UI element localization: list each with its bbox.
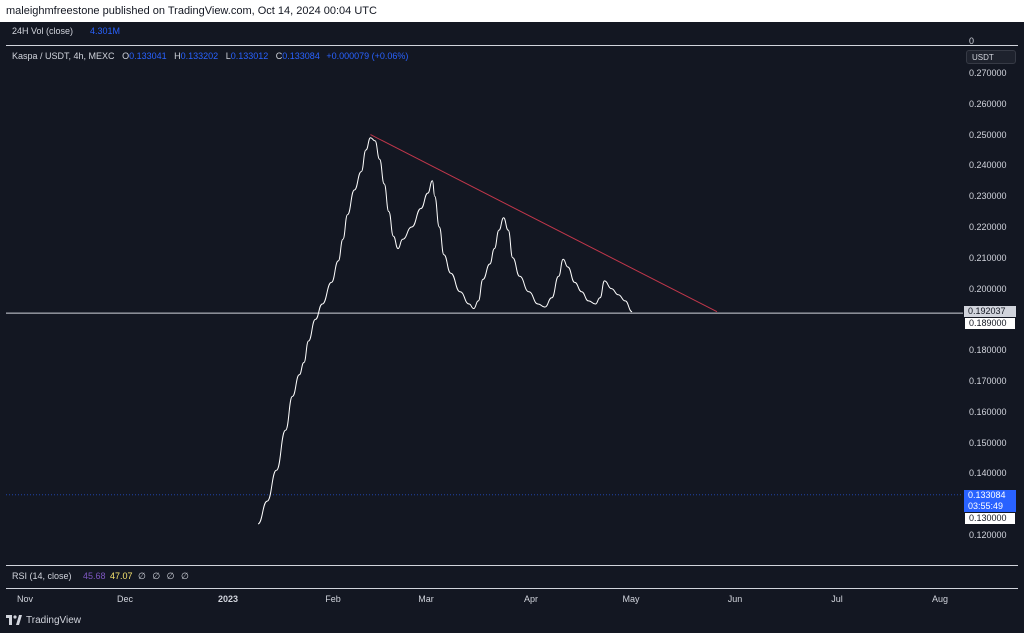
last-price-value: 0.133084 xyxy=(968,490,1006,500)
price-tick-label: 0.200000 xyxy=(969,283,1007,294)
time-tick-label: Jul xyxy=(831,594,843,604)
symbol-name[interactable]: Kaspa / USDT, 4h, MEXC xyxy=(12,51,115,61)
price-tick-label: 0.210000 xyxy=(969,252,1007,263)
rsi-value: 45.68 xyxy=(83,571,106,581)
horizontal-level-price-label: 0.192037 xyxy=(964,306,1016,317)
price-tick-label: 0.180000 xyxy=(969,345,1007,356)
time-tick-label: Nov xyxy=(16,594,34,604)
time-tick-label: May xyxy=(622,594,640,604)
price-tick-label: 0.160000 xyxy=(969,406,1007,417)
price-tick-label: 0.140000 xyxy=(969,468,1007,479)
main-chart-area[interactable] xyxy=(6,46,963,565)
bar-countdown: 03:55:49 xyxy=(968,501,1004,511)
rsi-ma-value: 47.07 xyxy=(110,571,133,581)
volume-pane: 24H Vol (close) 4.301M 0 xyxy=(6,22,1018,46)
last-price-label: 0.133084 03:55:49 xyxy=(964,490,1016,512)
rsi-na-values: ∅ ∅ ∅ ∅ xyxy=(138,571,191,581)
time-tick-label: Apr xyxy=(523,594,539,604)
price-level-label-3: 0.130000 xyxy=(964,512,1016,525)
volume-label: 24H Vol (close) xyxy=(12,26,74,36)
time-tick-label: Jun xyxy=(727,594,743,604)
price-line-series[interactable] xyxy=(257,137,633,525)
time-tick-label: Dec xyxy=(116,594,134,604)
time-axis[interactable]: Nov Dec 2023 Feb Mar Apr May Jun Jul Aug xyxy=(6,589,963,609)
descending-trendline[interactable] xyxy=(370,134,718,313)
high-value: 0.133202 xyxy=(180,51,219,61)
price-chart[interactable] xyxy=(6,46,963,565)
price-tick-label: 0.150000 xyxy=(969,437,1007,448)
open-value: 0.133041 xyxy=(129,51,167,61)
footer: TradingView xyxy=(6,612,81,628)
publisher-text: maleighmfreestone published on TradingVi… xyxy=(6,5,377,17)
volume-value: 4.301M xyxy=(90,26,121,36)
price-level-label-2: 0.189000 xyxy=(964,317,1016,330)
price-tick-label: 0.220000 xyxy=(969,222,1007,232)
rsi-pane: RSI (14, close) 45.68 47.07 ∅ ∅ ∅ ∅ xyxy=(6,565,1018,589)
time-tick-label: Feb xyxy=(325,594,341,604)
price-tick-label: 0.260000 xyxy=(969,98,1007,109)
time-tick-label: Mar xyxy=(418,594,434,604)
publisher-bar: maleighmfreestone published on TradingVi… xyxy=(0,0,1024,22)
price-tick-label: 0.120000 xyxy=(969,530,1007,540)
symbol-legend: Kaspa / USDT, 4h, MEXC O0.133041 H0.1332… xyxy=(12,51,408,61)
price-tick-label: 0.250000 xyxy=(969,129,1007,140)
low-value: 0.133012 xyxy=(230,51,269,61)
close-value: 0.133084 xyxy=(282,51,320,61)
price-tick-label: 0.240000 xyxy=(969,160,1007,171)
price-tick-label: 0.270000 xyxy=(969,68,1007,78)
change-value: +0.000079 (+0.06%) xyxy=(326,51,409,61)
time-tick-label: Aug xyxy=(931,594,949,604)
rsi-label: RSI (14, close) xyxy=(12,571,72,581)
price-tick-label: 0.170000 xyxy=(969,376,1007,386)
volume-zero-label: 0 xyxy=(969,36,975,46)
time-tick-label: 2023 xyxy=(217,594,239,604)
tradingview-logo-icon xyxy=(6,615,22,625)
price-tick-label: 0.230000 xyxy=(969,191,1007,202)
footer-brand: TradingView xyxy=(26,614,82,626)
